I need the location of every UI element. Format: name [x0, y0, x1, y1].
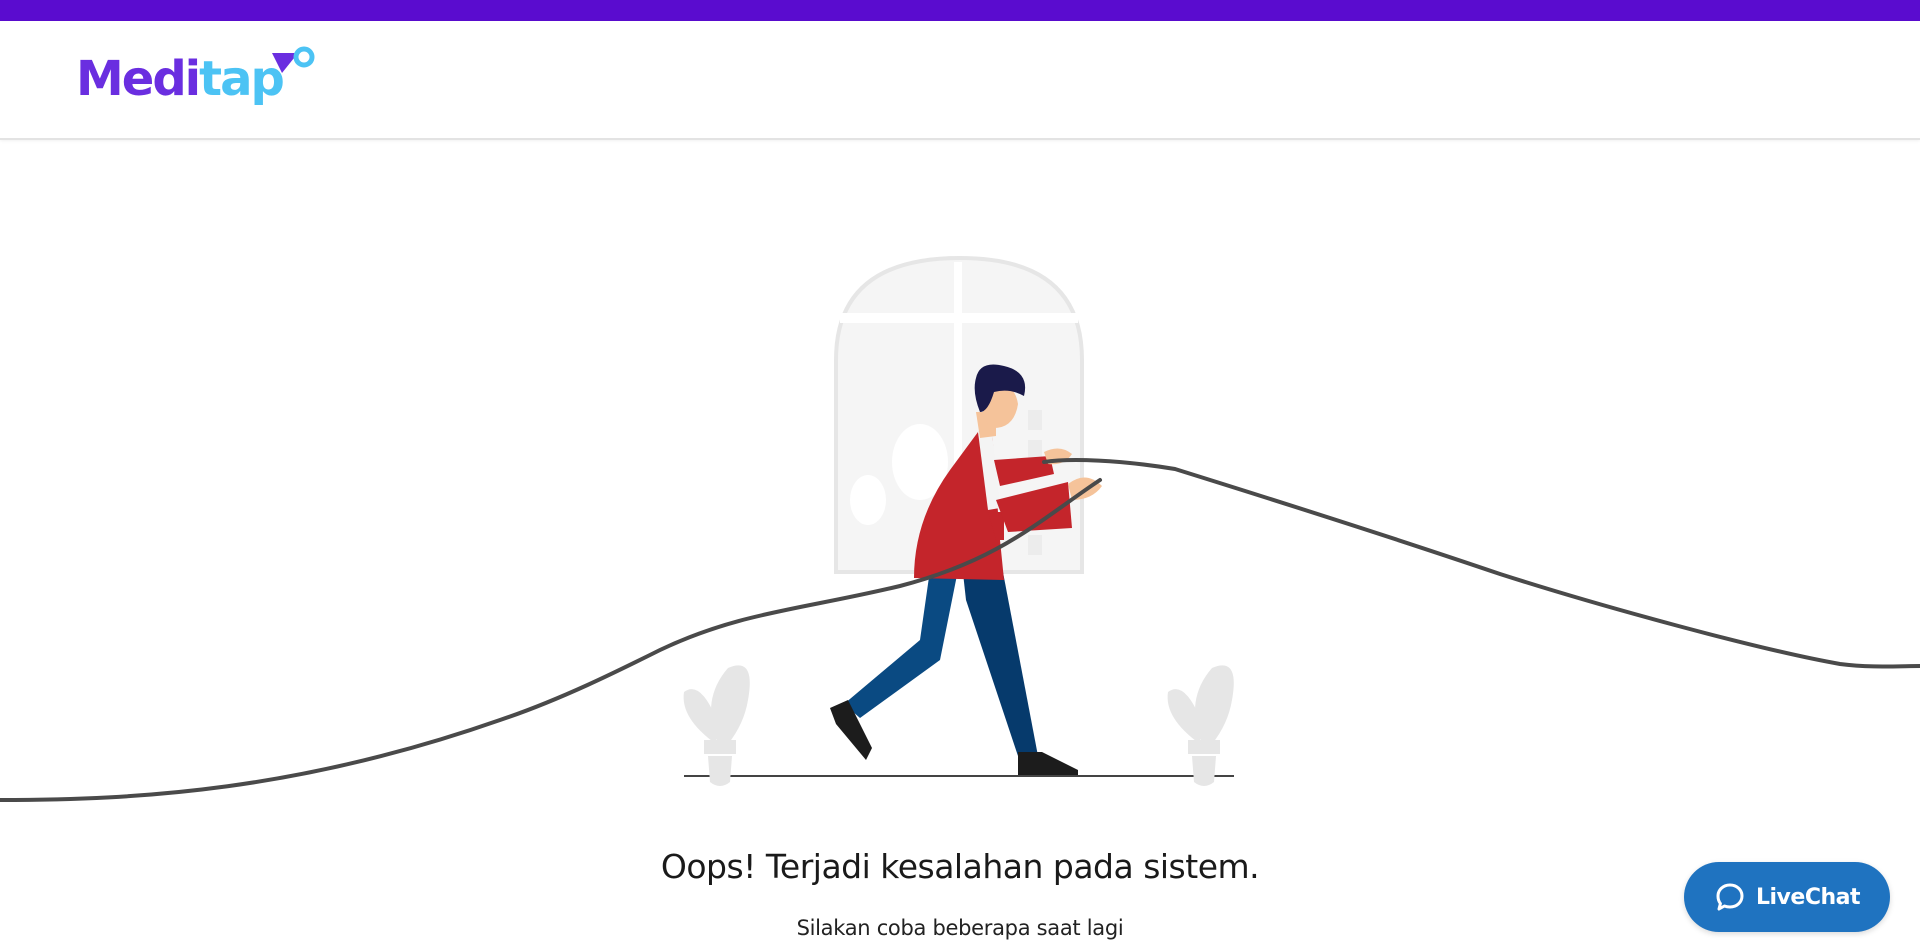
error-illustration — [0, 255, 1920, 802]
error-subtitle: Silakan coba beberapa saat lagi — [796, 916, 1124, 940]
top-accent-bar — [0, 0, 1920, 21]
livechat-button[interactable]: LiveChat — [1684, 862, 1890, 932]
plant-right-icon — [1167, 665, 1234, 786]
logo-mark-icon — [272, 46, 315, 73]
plant-left-icon — [683, 665, 750, 786]
chat-bubble-icon — [1716, 883, 1744, 911]
meditap-logo[interactable]: Medi tap — [76, 46, 315, 107]
error-title: Oops! Terjadi kesalahan pada sistem. — [660, 847, 1260, 886]
livechat-label: LiveChat — [1756, 884, 1861, 910]
site-header: Medi tap — [0, 21, 1920, 140]
logo-text-primary: Medi — [76, 51, 201, 107]
